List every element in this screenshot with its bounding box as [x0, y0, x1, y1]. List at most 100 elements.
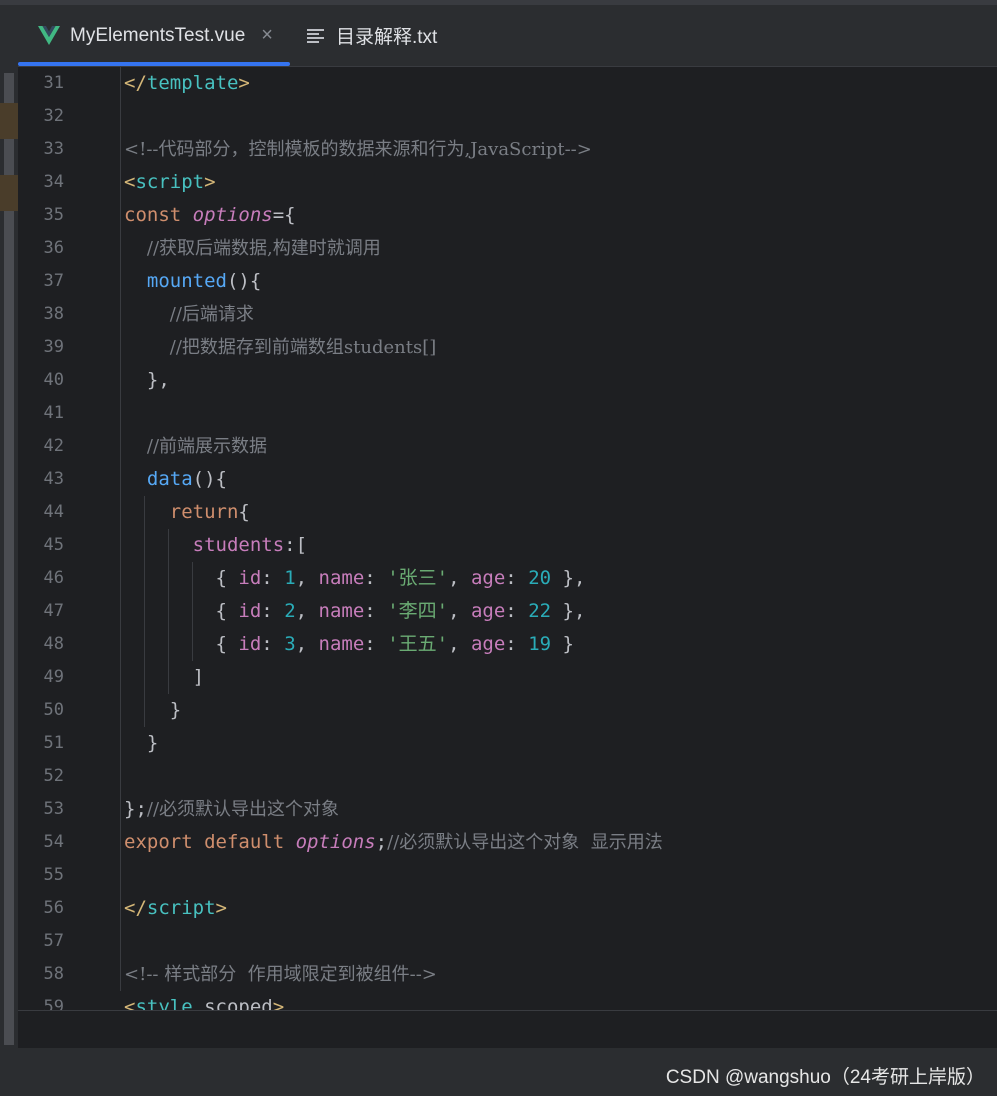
property: age: [470, 633, 506, 655]
line-number: 39: [43, 337, 64, 357]
code-line: <!-- 样式部分 作用域限定到被组件-->: [124, 964, 437, 985]
property: id: [238, 633, 262, 655]
tab-myelementstest-vue[interactable]: MyElementsTest.vue ×: [18, 5, 290, 66]
punctuation: },: [146, 369, 170, 391]
line-number: 34: [43, 172, 64, 192]
code-line: students:[: [124, 529, 307, 562]
string: '张三': [387, 567, 449, 589]
code-line: return{: [124, 496, 250, 529]
property: id: [238, 600, 262, 622]
string: '李四': [387, 600, 449, 622]
watermark-text: CSDN @wangshuo（24考研上岸版）: [665, 1067, 985, 1088]
number: 3: [284, 633, 296, 655]
punctuation: {: [215, 633, 239, 655]
line-number: 59: [43, 997, 64, 1010]
tag-bracket: >: [238, 72, 250, 94]
status-bar: CSDN @wangshuo（24考研上岸版）: [0, 1048, 997, 1096]
tag-bracket: </: [124, 72, 147, 94]
tag-bracket: >: [215, 897, 227, 919]
comment: //前端展示数据: [146, 436, 268, 457]
code-line: },: [124, 364, 170, 397]
property: age: [470, 567, 506, 589]
tag-name: script: [135, 171, 205, 193]
comment: //把数据存到前端数组students[]: [169, 337, 437, 358]
line-number: 47: [43, 601, 64, 621]
punctuation: },: [551, 600, 586, 622]
code-line: export default options;//必须默认导出这个对象 显示用法: [124, 826, 663, 859]
code-line: <style scoped>: [124, 991, 284, 1010]
code-line: //后端请求: [124, 298, 254, 331]
keyword: default: [204, 831, 296, 853]
line-number: 53: [43, 799, 64, 819]
vertical-scroll-indicator[interactable]: [4, 73, 14, 1045]
line-number: 31: [43, 73, 64, 93]
code-line: data(){: [124, 463, 227, 496]
property: id: [238, 567, 262, 589]
punctuation: {: [215, 600, 239, 622]
code-line: { id: 1, name: '张三', age: 20 },: [215, 567, 586, 589]
variable: options: [192, 204, 273, 226]
code-line: }: [124, 727, 158, 760]
code-line: mounted(){: [124, 265, 261, 298]
tag-name: style: [135, 996, 193, 1010]
punctuation: ]: [192, 666, 205, 688]
tag-bracket: >: [204, 171, 216, 193]
punctuation: {: [238, 501, 250, 523]
line-number: 38: [43, 304, 64, 324]
property: name: [318, 567, 365, 589]
line-number: 37: [43, 271, 64, 291]
code-line: const options={: [124, 199, 296, 232]
close-icon[interactable]: ×: [261, 24, 273, 47]
line-number: 35: [43, 205, 64, 225]
property: name: [318, 633, 365, 655]
comment: //必须默认导出这个对象 显示用法: [387, 832, 663, 853]
property: students: [192, 534, 285, 556]
number: 1: [284, 567, 296, 589]
punctuation: }: [146, 732, 159, 754]
left-tool-strip: [0, 5, 18, 1050]
tag-bracket: <: [124, 996, 136, 1010]
comment: //后端请求: [169, 304, 254, 325]
tag-bracket: </: [124, 897, 147, 919]
line-number: 41: [43, 403, 64, 423]
code-line: ]: [124, 661, 204, 694]
line-number: 36: [43, 238, 64, 258]
number: 19: [528, 633, 552, 655]
line-number: 42: [43, 436, 64, 456]
punctuation: },: [551, 567, 586, 589]
comment: //必须默认导出这个对象: [146, 799, 340, 820]
tag-bracket: >: [272, 996, 285, 1010]
line-number: 46: [43, 568, 64, 588]
punctuation: :[: [284, 534, 308, 556]
keyword: const: [124, 204, 193, 226]
change-marker: [0, 175, 18, 211]
code-line: //前端展示数据: [124, 430, 267, 463]
tag-bracket: <: [124, 171, 136, 193]
line-number: 32: [43, 106, 64, 126]
punctuation: ={: [272, 204, 296, 226]
code-line: { id: 3, name: '王五', age: 19 }: [215, 633, 574, 655]
punctuation: (){: [226, 270, 262, 292]
punctuation: };: [124, 798, 147, 820]
code-line: </script>: [124, 892, 227, 925]
tab-label: 目录解释.txt: [336, 27, 438, 48]
line-number: 52: [43, 766, 64, 786]
punctuation: ;: [375, 831, 388, 853]
line-number: 50: [43, 700, 64, 720]
punctuation: }: [169, 699, 182, 721]
line-number: 54: [43, 832, 64, 852]
code-line: //把数据存到前端数组students[]: [124, 331, 436, 364]
line-number: 44: [43, 502, 64, 522]
comment: //获取后端数据,构建时就调用: [146, 238, 381, 259]
line-number: 43: [43, 469, 64, 489]
variable: options: [295, 831, 376, 853]
line-number: 58: [43, 964, 64, 984]
line-number: 40: [43, 370, 64, 390]
editor-tab-bar: MyElementsTest.vue × 目录解释.txt: [18, 5, 997, 67]
code-editor[interactable]: 31 32 33 34 35 36 37 38 39 40 41 42 43 4…: [18, 67, 997, 1010]
keyword: return: [169, 501, 239, 523]
code-line: <!--代码部分，控制模板的数据来源和行为,JavaScript-->: [124, 139, 592, 160]
keyword: export: [124, 831, 205, 853]
punctuation: (){: [192, 468, 227, 490]
tab-mulu-jieshi-txt[interactable]: 目录解释.txt: [306, 5, 437, 66]
